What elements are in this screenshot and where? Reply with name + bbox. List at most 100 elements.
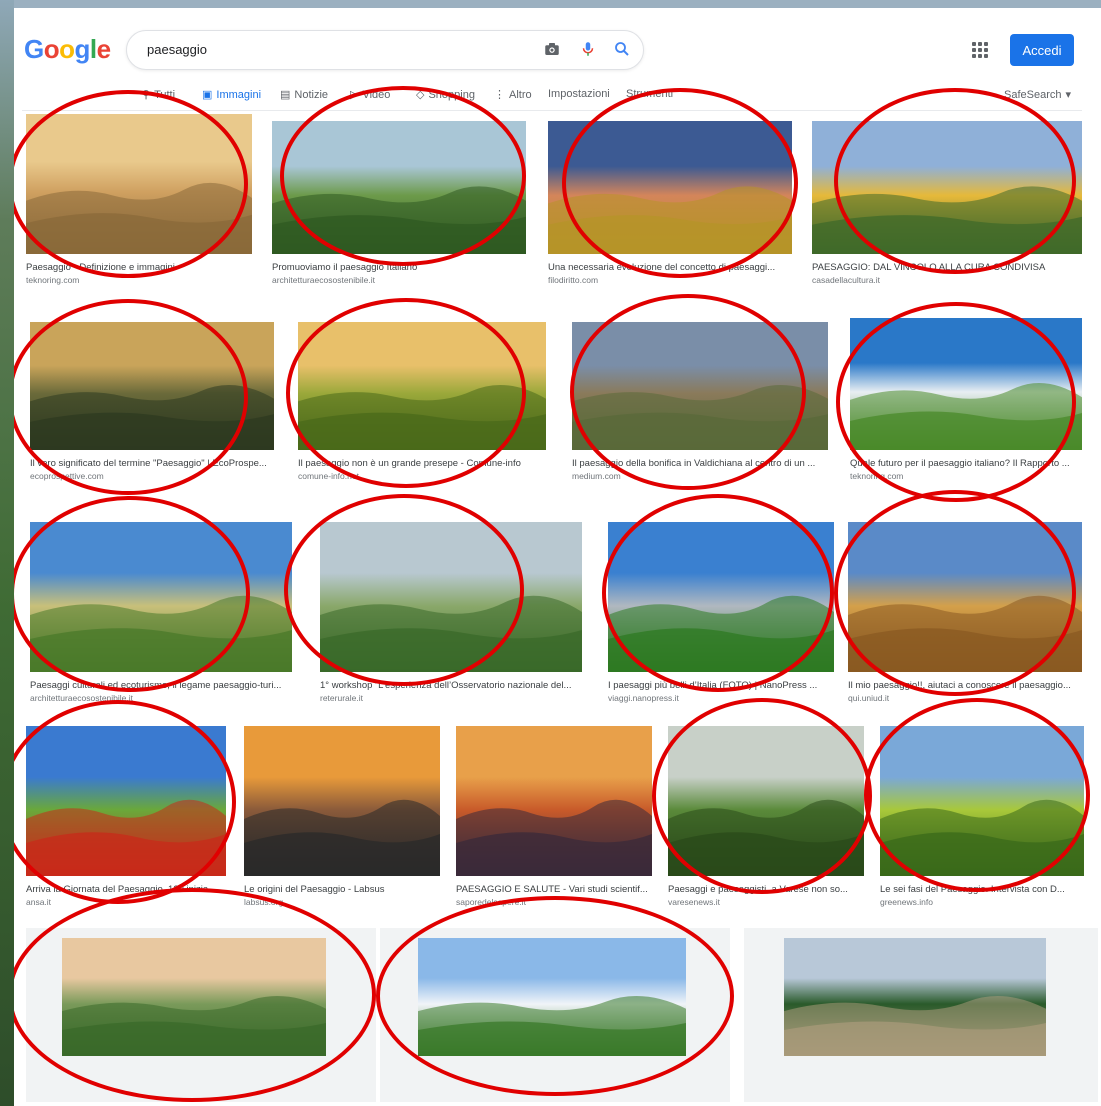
logo-letter: e	[96, 34, 111, 64]
search-results-page: Google paesaggio Accedi ⚲ Tutti ▣ Immagini	[14, 8, 1101, 1106]
microphone-icon[interactable]	[579, 40, 597, 58]
result-source[interactable]: teknoring.com	[850, 471, 1092, 481]
result-title[interactable]: I paesaggi più belli d’Italia (FOTO) | N…	[608, 680, 844, 691]
image-result-card[interactable]: Il mio paesaggio!!, aiutaci a conoscere …	[848, 522, 1082, 710]
image-result-card[interactable]: Promuoviamo il paesaggio Italiano archite…	[272, 121, 526, 292]
result-source[interactable]: reterurale.it	[320, 693, 592, 703]
result-title[interactable]: Paesaggi culturali ed ecoturismo, il leg…	[30, 680, 302, 691]
tab-label: Impostazioni	[548, 88, 610, 100]
result-source[interactable]: saporedelsapere.it	[456, 897, 662, 907]
tools-link[interactable]: Strumenti	[626, 88, 673, 100]
image-result-card[interactable]: Il vero significato del termine "Paesagg…	[30, 322, 274, 488]
image-result-card[interactable]: Che cos’è il paesaggio del Parmigiano Re…	[380, 928, 730, 1106]
result-thumbnail[interactable]	[244, 726, 440, 876]
search-input[interactable]: paesaggio	[147, 42, 207, 57]
result-thumbnail[interactable]	[848, 522, 1082, 672]
result-source[interactable]: ecoprospettive.com	[30, 471, 284, 481]
result-title[interactable]: Il vero significato del termine "Paesagg…	[30, 458, 284, 469]
image-result-card[interactable]: Proteco Engineering partner del Progetto…	[26, 928, 376, 1106]
tab-shopping[interactable]: ◇ Shopping	[416, 88, 475, 102]
safesearch-dropdown[interactable]: SafeSearch ▾	[1004, 88, 1072, 102]
result-title[interactable]: Le origini del Paesaggio - Labsus	[244, 884, 450, 895]
result-source[interactable]: teknoring.com	[26, 275, 262, 285]
result-title[interactable]: Le sei fasi del Paesaggio. Intervista co…	[880, 884, 1094, 895]
result-title[interactable]: Arriva la Giornata del Paesaggio, 120 in…	[26, 884, 236, 895]
result-title[interactable]: PAESAGGIO: DAL VINCOLO ALLA CURA CONDIVI…	[812, 262, 1092, 273]
result-title[interactable]: 1° workshop “L’esperienza dell’Osservato…	[320, 680, 592, 691]
result-source[interactable]: architetturaecosostenibile.it	[30, 693, 302, 703]
play-icon: ▷	[350, 89, 359, 101]
result-source[interactable]: comune-info.net	[298, 471, 556, 481]
background-sky-strip	[0, 0, 1101, 8]
settings-link[interactable]: Impostazioni	[548, 88, 610, 100]
tab-video[interactable]: ▷ Video	[350, 88, 390, 102]
image-result-card[interactable]: Paesaggi e paesaggisti, a Varese non so.…	[668, 726, 864, 914]
result-source[interactable]: architetturaecosostenibile.it	[272, 275, 536, 285]
sign-in-button[interactable]: Accedi	[1010, 34, 1074, 66]
result-thumbnail[interactable]	[418, 938, 686, 1056]
result-thumbnail[interactable]	[608, 522, 834, 672]
image-result-card[interactable]: Una necessaria evoluzione del concetto d…	[548, 121, 792, 292]
image-result-card[interactable]: Arriva la Giornata del Paesaggio, 120 in…	[26, 726, 226, 914]
more-vertical-icon: ⋮	[494, 89, 505, 101]
camera-icon[interactable]	[543, 40, 561, 58]
search-box[interactable]: paesaggio	[126, 30, 644, 70]
tab-more[interactable]: ⋮ Altro	[494, 88, 532, 102]
image-result-card[interactable]: Le sei fasi del Paesaggio. Intervista co…	[880, 726, 1084, 914]
result-title[interactable]: Promuoviamo il paesaggio Italiano	[272, 262, 536, 273]
result-thumbnail[interactable]	[26, 726, 226, 876]
result-thumbnail[interactable]	[320, 522, 582, 672]
result-title[interactable]: Paesaggi e paesaggisti, a Varese non so.…	[668, 884, 874, 895]
safesearch-label: SafeSearch	[1004, 88, 1062, 101]
result-source[interactable]: viaggi.nanopress.it	[608, 693, 844, 703]
image-result-card[interactable]: DOTTORATO IN PAESAGGIO E AMBIENTE | SAPI…	[744, 928, 1098, 1106]
image-result-card[interactable]: PAESAGGIO: DAL VINCOLO ALLA CURA CONDIVI…	[812, 121, 1082, 292]
tab-label: Immagini	[216, 88, 262, 101]
image-result-card[interactable]: 1° workshop “L’esperienza dell’Osservato…	[320, 522, 582, 710]
result-title[interactable]: Quale futuro per il paesaggio italiano? …	[850, 458, 1092, 469]
caret-down-icon: ▾	[1065, 89, 1072, 101]
apps-grid-icon[interactable]	[972, 42, 988, 58]
result-title[interactable]: Il paesaggio della bonifica in Valdichia…	[572, 458, 838, 469]
result-thumbnail[interactable]	[548, 121, 792, 254]
result-thumbnail[interactable]	[298, 322, 546, 450]
result-title[interactable]: PAESAGGIO E SALUTE - Vari studi scientif…	[456, 884, 662, 895]
result-thumbnail[interactable]	[668, 726, 864, 876]
google-logo[interactable]: Google	[24, 34, 111, 65]
result-title[interactable]: Il mio paesaggio!!, aiutaci a conoscere …	[848, 680, 1092, 691]
image-result-card[interactable]: Paesaggi culturali ed ecoturismo, il leg…	[30, 522, 292, 710]
tab-all[interactable]: ⚲ Tutti	[142, 88, 175, 102]
search-icon[interactable]	[613, 40, 631, 58]
result-source[interactable]: varesenews.it	[668, 897, 874, 907]
result-thumbnail[interactable]	[880, 726, 1084, 876]
image-result-card[interactable]: Le origini del Paesaggio - Labsus labsus.…	[244, 726, 440, 914]
result-thumbnail[interactable]	[812, 121, 1082, 254]
result-source[interactable]: casadellacultura.it	[812, 275, 1092, 285]
result-source[interactable]: ansa.it	[26, 897, 236, 907]
result-source[interactable]: labsus.org	[244, 897, 450, 907]
result-thumbnail[interactable]	[62, 938, 326, 1056]
result-thumbnail[interactable]	[784, 938, 1046, 1056]
image-result-card[interactable]: I paesaggi più belli d’Italia (FOTO) | N…	[608, 522, 834, 710]
result-source[interactable]: medium.com	[572, 471, 838, 481]
result-title[interactable]: Il paesaggio non è un grande presepe - C…	[298, 458, 556, 469]
result-thumbnail[interactable]	[30, 322, 274, 450]
result-title[interactable]: Paesaggio - Definizione e immagini	[26, 262, 262, 273]
result-thumbnail[interactable]	[26, 114, 252, 254]
image-result-card[interactable]: Quale futuro per il paesaggio italiano? …	[850, 318, 1082, 488]
result-source[interactable]: filodiritto.com	[548, 275, 802, 285]
result-thumbnail[interactable]	[572, 322, 828, 450]
result-source[interactable]: qui.uniud.it	[848, 693, 1092, 703]
result-thumbnail[interactable]	[272, 121, 526, 254]
result-thumbnail[interactable]	[456, 726, 652, 876]
result-title[interactable]: Una necessaria evoluzione del concetto d…	[548, 262, 802, 273]
tab-news[interactable]: ▤ Notizie	[280, 88, 328, 102]
result-thumbnail[interactable]	[850, 318, 1082, 450]
result-source[interactable]: greenews.info	[880, 897, 1094, 907]
result-thumbnail[interactable]	[30, 522, 292, 672]
image-result-card[interactable]: PAESAGGIO E SALUTE - Vari studi scientif…	[456, 726, 652, 914]
image-result-card[interactable]: Paesaggio - Definizione e immagini teknor…	[26, 114, 252, 292]
image-result-card[interactable]: Il paesaggio della bonifica in Valdichia…	[572, 322, 828, 488]
image-result-card[interactable]: Il paesaggio non è un grande presepe - C…	[298, 322, 546, 488]
tab-images[interactable]: ▣ Immagini	[202, 88, 262, 102]
